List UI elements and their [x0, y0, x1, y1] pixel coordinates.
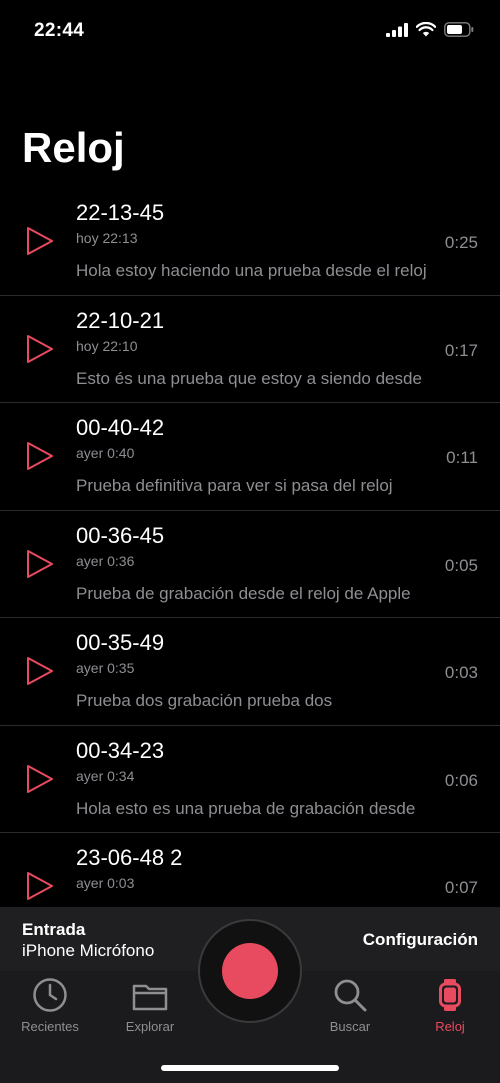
cellular-signal-icon [386, 22, 408, 37]
tab-label: Recientes [21, 1019, 79, 1034]
recording-row[interactable]: 00-40-42 ayer 0:40 0:11 Prueba definitiv… [0, 403, 500, 511]
search-icon [334, 979, 367, 1012]
input-source: iPhone Micrófono [22, 941, 155, 960]
recording-name: 00-36-45 [76, 522, 165, 548]
recording-name: 00-34-23 [76, 737, 165, 763]
play-icon[interactable] [26, 549, 54, 579]
recording-date: ayer 0:40 [76, 445, 135, 461]
recording-date: ayer 0:35 [76, 660, 135, 676]
settings-button[interactable]: Configuración [363, 930, 478, 950]
recording-date: ayer 0:36 [76, 552, 135, 569]
page-title: Reloj [22, 124, 125, 171]
recording-row[interactable]: 22-10-21 hoy 22:10 0:17 Esto és una prue… [0, 296, 500, 403]
record-button[interactable] [222, 943, 278, 999]
recording-date: hoy 22:10 [76, 337, 138, 354]
recording-duration: 0:11 [446, 448, 478, 467]
recording-name: 22-10-21 [76, 307, 165, 333]
battery-icon [444, 22, 474, 37]
recording-row[interactable]: 22-13-45 hoy 22:13 0:25 Hola estoy hacie… [0, 188, 500, 296]
tab-explorar[interactable]: Explorar [100, 977, 200, 1034]
watch-icon [439, 979, 461, 1011]
home-indicator[interactable] [161, 1065, 339, 1071]
play-icon[interactable] [26, 764, 54, 794]
play-icon[interactable] [26, 226, 54, 256]
clock-icon [33, 978, 67, 1012]
recording-name: 22-13-45 [76, 200, 165, 225]
recording-duration: 0:07 [444, 878, 478, 897]
tab-buscar[interactable]: Buscar [300, 977, 400, 1034]
recording-name: 00-40-42 [76, 415, 165, 440]
recording-transcript: Prueba dos grabación prueba dos [76, 691, 333, 710]
recording-name: 23-06-48 2 [76, 845, 183, 870]
folder-icon [132, 984, 168, 1011]
recordings-list[interactable]: 22-13-45 hoy 22:13 0:25 Hola estoy hacie… [0, 188, 500, 908]
play-icon[interactable] [26, 441, 54, 471]
recording-duration: 0:03 [444, 663, 478, 682]
recording-transcript: Prueba de grabación desde el reloj de Ap… [76, 583, 411, 603]
status-bar: 22:44 [0, 0, 500, 60]
tab-label: Explorar [125, 1019, 175, 1034]
play-icon[interactable] [26, 871, 54, 901]
status-icons [386, 22, 474, 37]
recording-row[interactable]: 00-35-49 ayer 0:35 0:03 Prueba dos graba… [0, 618, 500, 726]
recording-name: 00-35-49 [76, 630, 165, 655]
tab-label: Reloj [435, 1019, 465, 1034]
recording-transcript: Prueba definitiva para ver si pasa del r… [76, 476, 393, 495]
recording-row[interactable]: 23-06-48 2 ayer 0:03 0:07 [0, 833, 500, 908]
recording-transcript: Esto és una prueba que estoy a siendo de… [76, 368, 422, 388]
recording-date: ayer 0:03 [76, 875, 135, 891]
recording-row[interactable]: 00-36-45 ayer 0:36 0:05 Prueba de grabac… [0, 511, 500, 618]
play-icon[interactable] [26, 334, 54, 364]
tab-recientes[interactable]: Recientes [0, 977, 100, 1034]
status-time: 22:44 [34, 20, 85, 41]
recording-duration: 0:05 [444, 555, 478, 575]
recording-duration: 0:25 [444, 233, 478, 252]
tab-label: Buscar [329, 1019, 371, 1034]
wifi-icon [416, 22, 436, 37]
recording-date: ayer 0:34 [76, 767, 135, 784]
tab-reloj[interactable]: Reloj [400, 977, 500, 1034]
play-icon[interactable] [26, 656, 54, 686]
input-label: Entrada [22, 920, 86, 939]
recording-transcript: Hola estoy haciendo una prueba desde el … [76, 261, 427, 280]
recording-duration: 0:17 [444, 340, 478, 360]
recording-date: hoy 22:13 [76, 230, 138, 246]
recording-row[interactable]: 00-34-23 ayer 0:34 0:06 Hola esto es una… [0, 726, 500, 833]
recording-duration: 0:06 [444, 770, 478, 790]
recording-transcript: Hola esto es una prueba de grabación des… [76, 798, 416, 818]
